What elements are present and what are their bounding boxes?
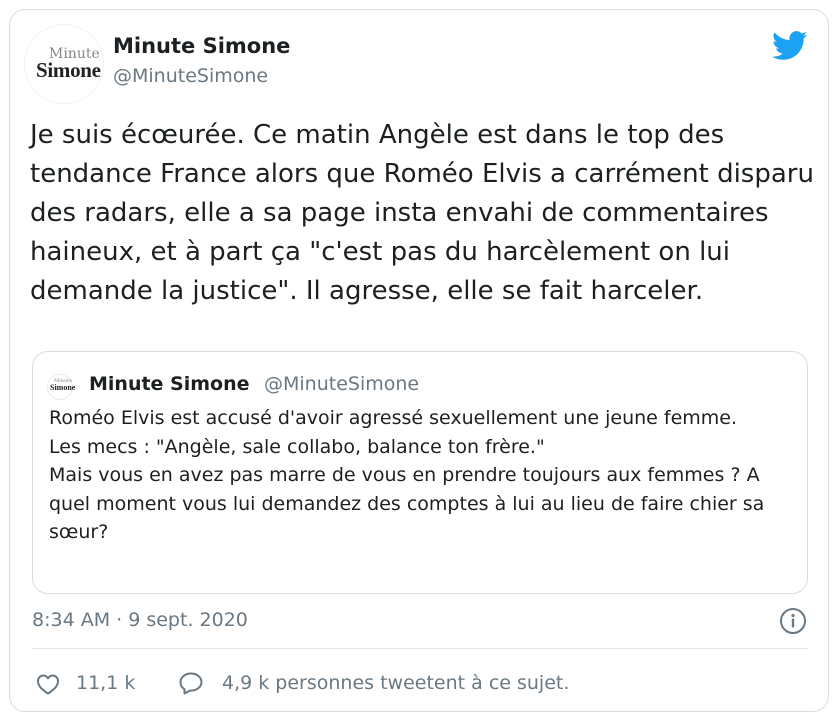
people-tweeting-count[interactable]: 4,9 k personnes tweetent à ce sujet. bbox=[222, 670, 569, 696]
tweet-text: Je suis écœurée. Ce matin Angèle est dan… bbox=[30, 120, 814, 306]
speech-bubble-icon[interactable] bbox=[178, 671, 204, 695]
quoted-author-name: Minute Simone bbox=[89, 373, 250, 395]
info-icon[interactable] bbox=[779, 607, 807, 635]
divider bbox=[32, 648, 808, 649]
avatar[interactable]: Minute Simone bbox=[24, 24, 104, 104]
like-count[interactable]: 11,1 k bbox=[76, 670, 135, 696]
heart-icon[interactable] bbox=[36, 673, 60, 695]
quoted-tweet-text: Roméo Elvis est accusé d'avoir agressé s… bbox=[49, 407, 765, 543]
author-name[interactable]: Minute Simone bbox=[113, 33, 290, 59]
quoted-avatar: Minute Simone bbox=[47, 374, 76, 400]
author-handle[interactable]: @MinuteSimone bbox=[113, 64, 268, 88]
quoted-avatar-line2: Simone bbox=[50, 383, 76, 392]
tweet-timestamp[interactable]: 8:34 AM · 9 sept. 2020 bbox=[32, 607, 248, 633]
avatar-logo-line2: Simone bbox=[36, 58, 101, 82]
quoted-tweet[interactable]: Minute Simone Minute Simone @MinuteSimon… bbox=[32, 351, 808, 594]
quoted-author-handle: @MinuteSimone bbox=[264, 373, 420, 395]
twitter-bird-icon[interactable] bbox=[772, 31, 808, 61]
